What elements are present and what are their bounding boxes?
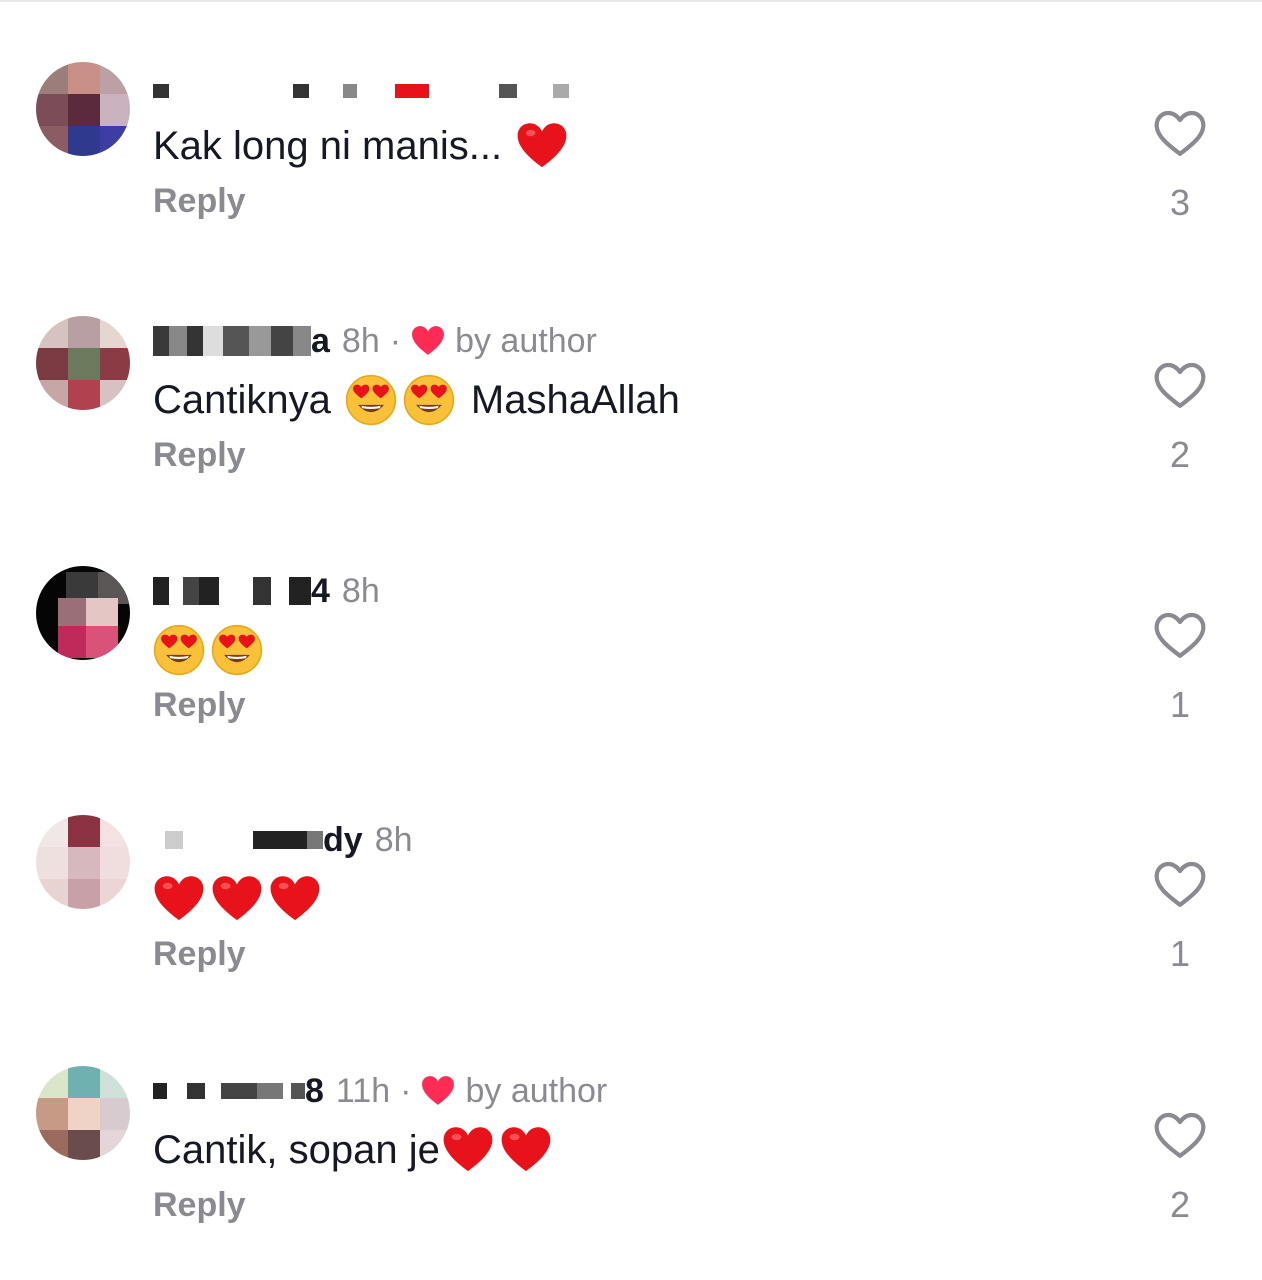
like-count: 2 [1169, 434, 1191, 475]
comment-item: 8 11h · by author Cantik, sopan je Reply… [0, 1066, 1262, 1266]
avatar[interactable] [36, 815, 130, 909]
username-redacted[interactable] [153, 84, 593, 98]
username-redacted[interactable] [153, 577, 311, 605]
comment-item: Kak long ni manis... Reply 3 [0, 62, 1262, 262]
comment-text-content: Cantiknya [153, 377, 331, 422]
comment-header: dy 8h [153, 815, 413, 865]
author-liked-heart-icon [422, 1076, 455, 1105]
username-tail[interactable]: dy [323, 821, 363, 860]
like-count: 1 [1169, 684, 1191, 725]
comment-text [153, 867, 327, 931]
comment-text: Kak long ni manis... [153, 114, 574, 178]
comment-item: dy 8h Reply 1 [0, 815, 1262, 1015]
comment-text: Cantik, sopan je [153, 1118, 558, 1182]
username-redacted[interactable] [153, 831, 323, 849]
comment-header: a 8h · by author [153, 316, 597, 366]
avatar[interactable] [36, 1066, 130, 1160]
username-redacted[interactable] [153, 1083, 305, 1099]
username-tail[interactable]: a [311, 322, 330, 361]
heart-eyes-emoji [345, 374, 397, 426]
username-tail[interactable]: 4 [311, 572, 330, 611]
comment-text-content: Kak long ni manis... [153, 123, 503, 168]
comment-header [153, 66, 593, 116]
heart-eyes-emoji [403, 374, 455, 426]
red-heart-emoji [270, 876, 320, 921]
comment-header: 8 11h · by author [153, 1066, 607, 1116]
comment-text [153, 618, 269, 682]
comment-header: 4 8h [153, 566, 380, 616]
author-liked-heart-icon [412, 326, 445, 355]
avatar[interactable] [36, 316, 130, 410]
username-redacted[interactable] [153, 326, 311, 356]
comment-text-after: MashaAllah [470, 377, 680, 422]
like-count: 1 [1169, 933, 1191, 974]
liked-by-author-label: by author [465, 1071, 608, 1110]
red-heart-emoji [517, 123, 567, 168]
comment-item: 4 8h Reply 1 [0, 566, 1262, 766]
reply-button[interactable]: Reply [153, 686, 246, 725]
red-heart-emoji [154, 876, 204, 921]
red-heart-emoji [443, 1127, 493, 1172]
comment-time: 8h [341, 571, 380, 610]
heart-eyes-emoji [153, 624, 205, 676]
top-divider [0, 0, 1262, 2]
comment-time: 8h [341, 321, 380, 360]
separator-dot: · [389, 321, 402, 360]
like-heart-icon[interactable] [1152, 857, 1208, 913]
reply-button[interactable]: Reply [153, 1186, 246, 1225]
reply-button[interactable]: Reply [153, 182, 246, 221]
red-heart-emoji [212, 876, 262, 921]
comment-text: Cantiknya MashaAllah [153, 368, 694, 432]
like-count: 3 [1169, 182, 1191, 223]
username-tail[interactable]: 8 [305, 1072, 324, 1111]
reply-button[interactable]: Reply [153, 935, 246, 974]
like-heart-icon[interactable] [1152, 106, 1208, 162]
comment-time: 8h [374, 820, 413, 859]
comment-time: 11h [335, 1071, 391, 1110]
comment-item: a 8h · by author Cantiknya MashaAllah Re… [0, 316, 1262, 516]
avatar[interactable] [36, 62, 130, 156]
liked-by-author-label: by author [455, 321, 597, 360]
reply-button[interactable]: Reply [153, 436, 246, 475]
like-heart-icon[interactable] [1152, 1108, 1208, 1164]
comment-text-content: Cantik, sopan je [153, 1127, 440, 1172]
like-count: 2 [1169, 1184, 1191, 1225]
heart-eyes-emoji [211, 624, 263, 676]
red-heart-emoji [501, 1127, 551, 1172]
like-heart-icon[interactable] [1152, 608, 1208, 664]
separator-dot: · [400, 1071, 412, 1110]
like-heart-icon[interactable] [1152, 358, 1208, 414]
avatar[interactable] [36, 566, 130, 660]
